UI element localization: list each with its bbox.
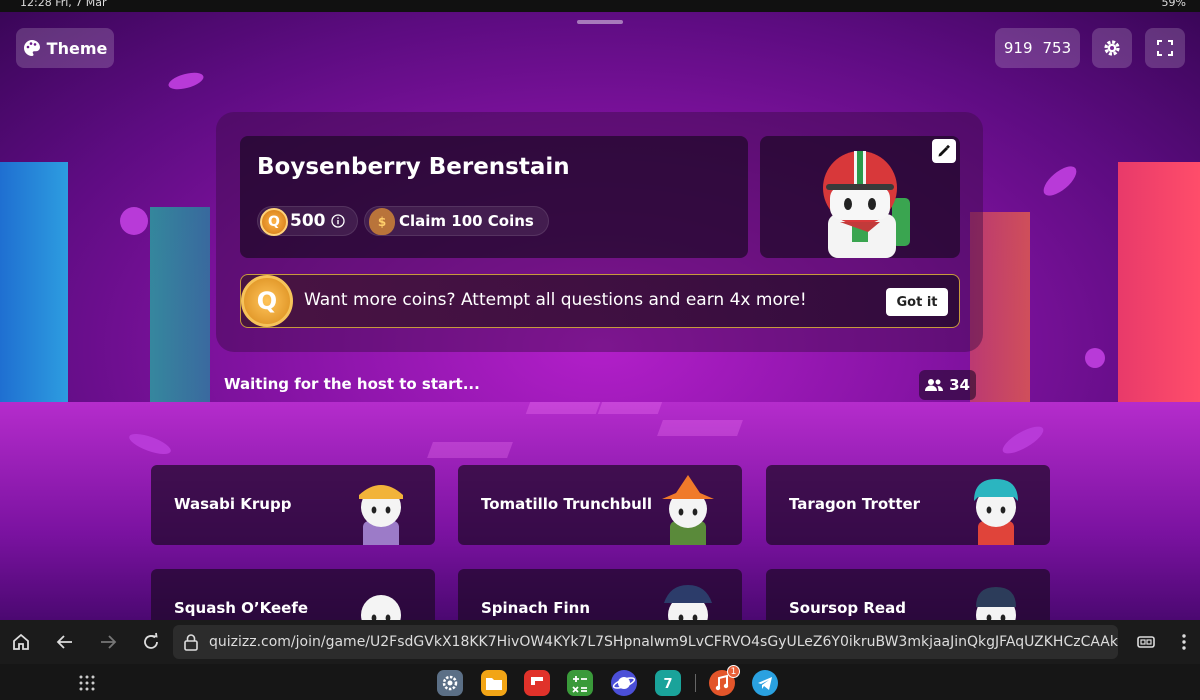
waiting-status: Waiting for the host to start... (224, 375, 480, 393)
back-button[interactable] (53, 630, 77, 654)
telegram-app-icon[interactable] (752, 670, 778, 696)
flipboard-app-icon[interactable] (524, 670, 550, 696)
arrow-right-icon (101, 635, 117, 649)
music-app-icon[interactable]: 1 (709, 665, 740, 696)
coin-balance[interactable]: Q 500 (257, 206, 358, 236)
decor-squiggle (166, 69, 206, 93)
player-card-name: Tomatillo Trunchbull (481, 495, 653, 513)
player-avatar (976, 587, 1016, 620)
floor-tile (597, 402, 663, 414)
player-card-name: Spinach Finn (481, 599, 591, 617)
player-count-badge: 34 (919, 370, 976, 400)
home-button[interactable] (9, 630, 33, 654)
paper-plane-icon (758, 677, 772, 690)
player-card-name: Squash O’Keefe (174, 599, 309, 617)
users-icon (925, 379, 944, 391)
decor-squiggle (1085, 348, 1105, 368)
fullscreen-button[interactable] (1145, 28, 1185, 68)
calendar-app-icon[interactable]: 7 (655, 670, 681, 696)
planet-icon (612, 677, 636, 689)
decor-squiggle (1038, 161, 1082, 201)
home-icon (13, 633, 29, 650)
floor-tile (657, 420, 743, 436)
player-card: Tomatillo Trunchbull (458, 465, 742, 545)
lock-icon (184, 634, 198, 651)
forward-button[interactable] (96, 630, 120, 654)
browser-menu-button[interactable] (1172, 630, 1196, 654)
player-avatar (361, 595, 401, 620)
folder-icon (486, 678, 502, 690)
claim-label: Claim 100 Coins (399, 212, 534, 230)
player-card: Squash O’Keefe (151, 569, 435, 620)
claim-coins-button[interactable]: $ Claim 100 Coins (364, 206, 549, 236)
calculator-icon (572, 676, 587, 693)
notification-badge: 1 (727, 665, 740, 678)
player-info-card: Boysenberry Berenstain Q 500 $ Claim 100… (240, 136, 748, 258)
got-it-button[interactable]: Got it (886, 288, 948, 316)
avatar-card (760, 136, 960, 258)
status-time: 12:28 Fri, 7 Mar (20, 0, 107, 9)
coin-count: 500 (290, 211, 326, 231)
big-coin-icon: Q (241, 275, 293, 327)
gear-icon (1104, 40, 1120, 56)
coin-icon: Q (260, 208, 288, 236)
player-card: Wasabi Krupp (151, 465, 435, 545)
game-stats-pill: 919 753 (995, 28, 1080, 68)
arrow-left-icon (56, 635, 72, 649)
player-avatar (662, 475, 714, 545)
stat-value: 753 (1042, 39, 1072, 57)
info-icon (330, 214, 345, 228)
player-card-name: Soursop Read (789, 599, 906, 617)
drag-handle[interactable] (577, 20, 623, 24)
pencil-icon (938, 144, 950, 157)
fullscreen-icon (1157, 40, 1173, 56)
more-vertical-icon (1182, 634, 1186, 650)
promo-text: Want more coins? Attempt all questions a… (304, 290, 807, 310)
address-bar[interactable]: quizizz.com/join/game/U2FsdGVkX18KK7HivO… (173, 625, 1118, 659)
gear-icon (442, 675, 458, 691)
taskbar: 7 1 (0, 664, 1200, 700)
battery-level: 59% (1161, 0, 1186, 9)
url-text: quizizz.com/join/game/U2FsdGVkX18KK7HivO… (209, 634, 1118, 650)
edit-avatar-button[interactable] (932, 139, 956, 163)
player-avatar (359, 485, 403, 545)
calendar-icon: 7 (663, 677, 672, 692)
floor-tile (427, 442, 513, 458)
floor-tile (525, 402, 601, 414)
player-avatar (974, 479, 1018, 545)
internet-app-icon[interactable] (611, 670, 637, 696)
calculator-app-icon[interactable] (567, 670, 593, 696)
player-count: 34 (949, 376, 970, 394)
decor-squiggle (120, 207, 148, 235)
player-avatar (823, 151, 910, 258)
settings-button[interactable] (1092, 28, 1132, 68)
theme-label: Theme (46, 38, 108, 58)
taskbar-divider (695, 674, 696, 692)
app-drawer-icon[interactable] (78, 674, 96, 692)
reader-mode-button[interactable] (1134, 630, 1158, 654)
player-name: Boysenberry Berenstain (257, 154, 570, 180)
theme-button[interactable]: Theme (16, 28, 114, 68)
reload-button[interactable] (139, 630, 163, 654)
player-avatar (664, 585, 712, 620)
player-card-name: Wasabi Krupp (174, 495, 292, 513)
player-card-name: Taragon Trotter (789, 495, 921, 513)
system-status-bar: 12:28 Fri, 7 Mar 59% (0, 0, 1200, 12)
settings-app-icon[interactable] (437, 670, 463, 696)
coin-bag-icon: $ (369, 208, 395, 235)
game-lobby: Theme 919 753 Boysenberry Berenstain Q 5… (0, 12, 1200, 620)
palette-icon (23, 40, 40, 56)
player-card: Spinach Finn (458, 569, 742, 620)
browser-toolbar: quizizz.com/join/game/U2FsdGVkX18KK7HivO… (0, 620, 1200, 664)
files-app-icon[interactable] (481, 670, 507, 696)
flipboard-icon (531, 677, 543, 685)
reader-mode-icon (1137, 636, 1155, 648)
calendar-day: 7 (663, 677, 672, 692)
stat-value: 919 (1003, 39, 1033, 57)
coins-promo-banner: Q Want more coins? Attempt all questions… (240, 274, 960, 328)
reload-icon (144, 632, 158, 649)
player-card: Taragon Trotter (766, 465, 1050, 545)
player-card: Soursop Read (766, 569, 1050, 620)
